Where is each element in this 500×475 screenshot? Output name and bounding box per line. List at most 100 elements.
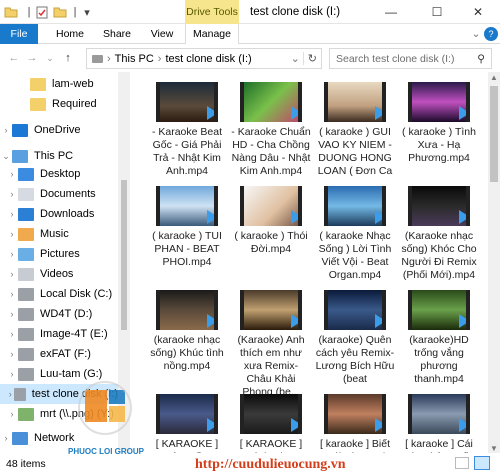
breadcrumb-this-pc[interactable]: This PC [115, 53, 154, 65]
video-thumbnail [156, 394, 218, 434]
nav-item[interactable]: › Image-4T (E:) [0, 324, 118, 344]
ribbon-tabs: File Home Share View Manage ⌄ ? [0, 24, 500, 44]
breadcrumb-current[interactable]: test clone disk (I:) [165, 53, 251, 65]
properties-icon[interactable] [34, 4, 50, 20]
nav-item[interactable]: › Documents [0, 184, 118, 204]
details-view-icon[interactable] [455, 457, 469, 469]
video-thumbnail [240, 186, 302, 226]
play-icon [375, 106, 382, 120]
expand-right-icon[interactable]: › [6, 349, 18, 359]
search-icon: ⚲ [477, 52, 485, 65]
nav-item[interactable]: lam-web [0, 74, 118, 94]
expand-right-icon[interactable]: › [6, 329, 18, 339]
help-icon[interactable]: ? [484, 27, 498, 41]
file-name: (karaoke nhạc sống) Khúc tình nồng.mp4 [150, 334, 224, 372]
new-folder-icon[interactable] [53, 4, 67, 20]
file-tile[interactable]: [ KARAOKE ] Tình Như [230, 386, 312, 453]
chevron-down-icon[interactable]: ▾ [80, 4, 94, 20]
expand-down-icon[interactable]: ⌄ [0, 151, 12, 162]
file-tile[interactable]: - Karaoke Chuẩn HD - Cha Chồng Nàng Dâu … [230, 74, 312, 177]
video-thumbnail [324, 82, 386, 122]
expand-right-icon[interactable]: › [6, 389, 14, 399]
content-scrollbar-thumb[interactable] [490, 86, 498, 182]
back-icon[interactable]: ← [6, 50, 22, 66]
nav-item[interactable]: › Downloads [0, 204, 118, 224]
tab-home[interactable]: Home [50, 24, 90, 44]
play-icon [459, 418, 466, 432]
tab-drive-tools[interactable]: Drive Tools [185, 0, 239, 24]
file-tile[interactable]: ( karaoke Nhạc Sống ) Lời Tình Viết Vội … [314, 178, 396, 281]
expand-right-icon[interactable]: › [6, 229, 18, 239]
expand-right-icon[interactable]: › [0, 125, 12, 135]
file-name: ( karaoke ) GUI VAO KY NIEM - DUONG HONG… [317, 126, 393, 177]
nav-item[interactable]: › exFAT (F:) [0, 344, 118, 364]
file-tile[interactable]: (Karaoke) Anh thích em như xưa Remix- Ch… [230, 282, 312, 398]
large-icons-view-icon[interactable] [474, 456, 490, 470]
network-drive-icon [18, 407, 34, 421]
expand-right-icon[interactable]: › [6, 369, 18, 379]
computer-icon [12, 149, 28, 163]
file-tile[interactable]: ( karaoke ) Tình Xưa - Hạ Phương.mp4 [398, 74, 480, 176]
file-tile[interactable]: ( karaoke ) Thói Đời.mp4 [230, 178, 312, 280]
nav-item[interactable]: › Music [0, 224, 118, 244]
file-name: ( karaoke ) TUI PHAN - BEAT PHOI.mp4 [152, 230, 222, 268]
address-bar[interactable]: › This PC › test clone disk (I:) ⌄ ↻ [86, 48, 322, 69]
close-icon[interactable]: ✕ [456, 0, 500, 24]
expand-right-icon[interactable]: › [6, 189, 18, 199]
tab-manage[interactable]: Manage [185, 24, 239, 44]
expand-right-icon[interactable]: › [6, 269, 18, 279]
expand-right-icon[interactable]: › [6, 309, 18, 319]
refresh-icon[interactable]: ↻ [302, 52, 321, 65]
expand-right-icon[interactable]: › [6, 169, 18, 179]
title-bar: | | ▾ Drive Tools test clone disk (I:) —… [0, 0, 500, 24]
file-tile[interactable]: (karaoke nhạc sống) Khúc tình nồng.mp4 [146, 282, 228, 384]
forward-icon[interactable]: → [24, 50, 40, 66]
scroll-up-icon[interactable]: ▲ [490, 73, 498, 82]
file-tile[interactable]: (karaoke)HD trống vắng phương thanh.mp4 [398, 282, 480, 385]
nav-item[interactable]: › Videos [0, 264, 118, 284]
file-tile[interactable]: - Karaoke Beat Gốc - Giá Phải Trả - Nhật… [146, 74, 228, 177]
up-icon[interactable]: ↑ [60, 50, 76, 66]
nav-item[interactable]: › WD4T (D:) [0, 304, 118, 324]
tab-share[interactable]: Share [96, 24, 138, 44]
file-tile[interactable]: [ karaoke ] Cái Xác Không Hồn [398, 386, 480, 453]
thumbnail-image [244, 394, 298, 434]
tab-file[interactable]: File [0, 24, 38, 44]
expand-right-icon[interactable]: › [6, 409, 18, 419]
nav-item[interactable]: ⌄ This PC [0, 146, 118, 166]
ribbon-expand-icon[interactable]: ⌄ [470, 24, 482, 44]
nav-item[interactable]: › OneDrive [0, 120, 118, 140]
file-tile[interactable]: (karaoke) Quên cách yêu Remix-Lương Bích… [314, 282, 396, 385]
drive-icon [18, 367, 34, 381]
expand-right-icon[interactable]: › [6, 289, 18, 299]
recent-chevron-icon[interactable]: ⌄ [42, 50, 58, 66]
expand-right-icon[interactable]: › [6, 209, 18, 219]
nav-item-label: exFAT (F:) [40, 348, 91, 360]
nav-item[interactable]: › Pictures [0, 244, 118, 264]
minimize-icon[interactable]: — [368, 0, 414, 24]
file-tile[interactable]: ( karaoke ) GUI VAO KY NIEM - DUONG HONG… [314, 74, 396, 177]
nav-scrollbar-thumb[interactable] [121, 180, 127, 330]
file-tile[interactable]: [ KARAOKE ] Tâm Hồn [146, 386, 228, 453]
video-thumbnail [156, 82, 218, 122]
play-icon [207, 418, 214, 432]
nav-item[interactable]: › Local Disk (C:) [0, 284, 118, 304]
file-tile[interactable]: (Karaoke nhạc sống) Khóc Cho Người Đi Re… [398, 178, 480, 281]
breadcrumb-chevron-icon: › [157, 52, 162, 65]
video-thumbnail [156, 290, 218, 330]
file-tile[interactable]: [ karaoke ] Biết Nói Gì Hơn ( [314, 386, 396, 453]
search-input[interactable]: Search test clone disk (I:) ⚲ [329, 48, 492, 69]
nav-item[interactable]: › Desktop [0, 164, 118, 184]
video-thumbnail [240, 290, 302, 330]
expand-right-icon[interactable]: › [6, 249, 18, 259]
nav-item-label: Documents [40, 188, 96, 200]
expand-right-icon[interactable]: › [0, 433, 12, 443]
video-thumbnail [240, 82, 302, 122]
tab-view[interactable]: View [144, 24, 180, 44]
maximize-icon[interactable]: ☐ [414, 0, 460, 24]
nav-item[interactable]: Required [0, 94, 118, 114]
address-dropdown-icon[interactable]: ⌄ [288, 52, 303, 65]
scroll-down-icon[interactable]: ▼ [490, 444, 498, 453]
play-icon [291, 106, 298, 120]
file-tile[interactable]: ( karaoke ) TUI PHAN - BEAT PHOI.mp4 [146, 178, 228, 280]
